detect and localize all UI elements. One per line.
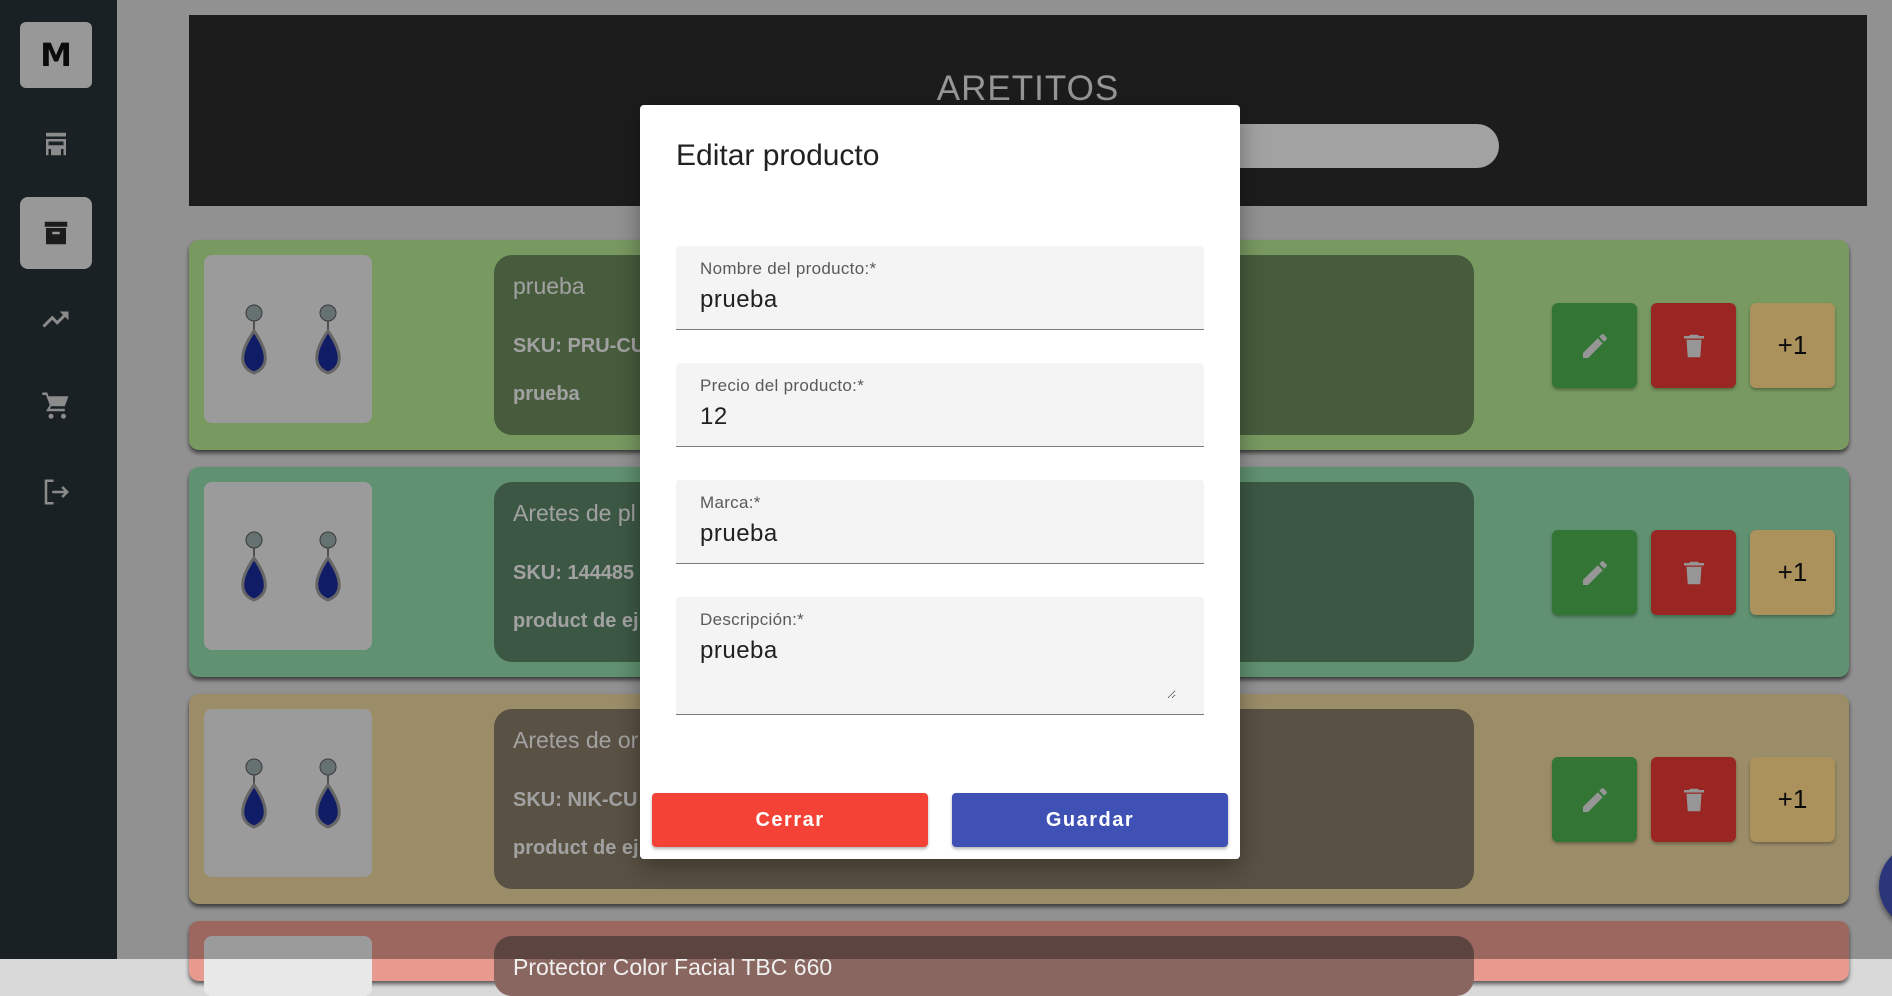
product-name-label: Nombre del producto:*	[700, 259, 877, 278]
close-button[interactable]: Cerrar	[652, 793, 928, 847]
edit-product-dialog: Editar producto Nombre del producto:* Pr…	[640, 105, 1240, 859]
brand-label: Marca:*	[700, 493, 761, 512]
product-price-field[interactable]: Precio del producto:*	[676, 363, 1204, 447]
brand-input[interactable]	[700, 520, 1170, 548]
brand-field[interactable]: Marca:*	[676, 480, 1204, 564]
description-label: Descripción:*	[700, 610, 805, 629]
product-name-input[interactable]	[700, 286, 1170, 314]
product-price-label: Precio del producto:*	[700, 376, 865, 395]
description-field[interactable]: Descripción:* prueba	[676, 597, 1204, 715]
product-name-field[interactable]: Nombre del producto:*	[676, 246, 1204, 330]
product-price-input[interactable]	[700, 403, 1170, 431]
description-textarea[interactable]: prueba	[700, 637, 1176, 699]
dialog-title: Editar producto	[676, 139, 880, 172]
save-button[interactable]: Guardar	[952, 793, 1228, 847]
